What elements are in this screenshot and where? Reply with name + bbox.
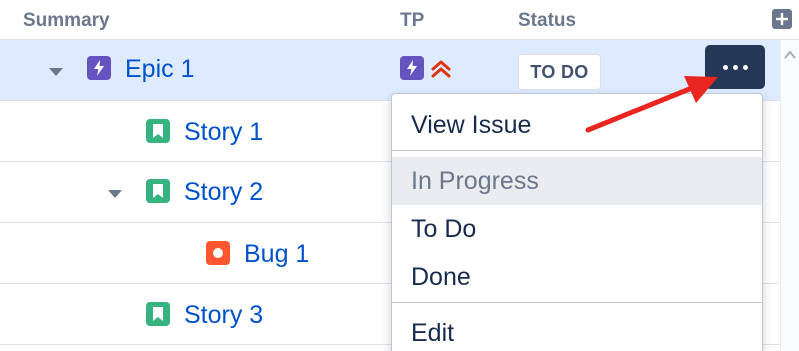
- issue-title-link[interactable]: Story 1: [184, 117, 263, 147]
- column-header-tp[interactable]: TP: [400, 10, 424, 32]
- chevron-down-icon[interactable]: [48, 66, 64, 78]
- issue-title-link[interactable]: Bug 1: [244, 239, 309, 269]
- column-header-summary[interactable]: Summary: [23, 10, 110, 32]
- more-dots-icon: [722, 64, 728, 70]
- table-header: Summary TP Status: [0, 0, 799, 40]
- add-column-button[interactable]: [772, 9, 792, 29]
- menu-separator: [392, 302, 762, 303]
- chevron-down-icon[interactable]: [107, 188, 123, 200]
- lightning-icon: [400, 56, 424, 80]
- column-header-status[interactable]: Status: [518, 10, 576, 32]
- vertical-scrollbar[interactable]: [780, 40, 799, 351]
- menu-item-view-issue[interactable]: View Issue: [392, 101, 762, 149]
- plus-square-icon: [776, 13, 788, 25]
- issue-title-link[interactable]: Epic 1: [125, 54, 194, 84]
- epic-icon: [87, 56, 111, 80]
- menu-item-to-do[interactable]: To Do: [392, 205, 762, 253]
- more-actions-button[interactable]: [705, 45, 765, 89]
- issue-actions-menu: View Issue In Progress To Do Done Edit: [391, 93, 763, 351]
- table-row-epic-1[interactable]: Epic 1: [0, 40, 780, 101]
- story-icon: [146, 179, 170, 203]
- menu-item-edit[interactable]: Edit: [392, 309, 762, 351]
- issue-title-link[interactable]: Story 2: [184, 177, 263, 207]
- menu-item-in-progress[interactable]: In Progress: [392, 157, 762, 205]
- menu-separator: [392, 150, 762, 151]
- status-lozenge[interactable]: TO DO: [518, 54, 601, 90]
- bug-icon: [206, 241, 230, 265]
- menu-item-done[interactable]: Done: [392, 253, 762, 301]
- story-icon: [146, 119, 170, 143]
- story-icon: [146, 302, 170, 326]
- scroll-up-arrow-icon[interactable]: [784, 50, 796, 60]
- issue-title-link[interactable]: Story 3: [184, 300, 263, 330]
- highest-priority-icon: [431, 60, 451, 78]
